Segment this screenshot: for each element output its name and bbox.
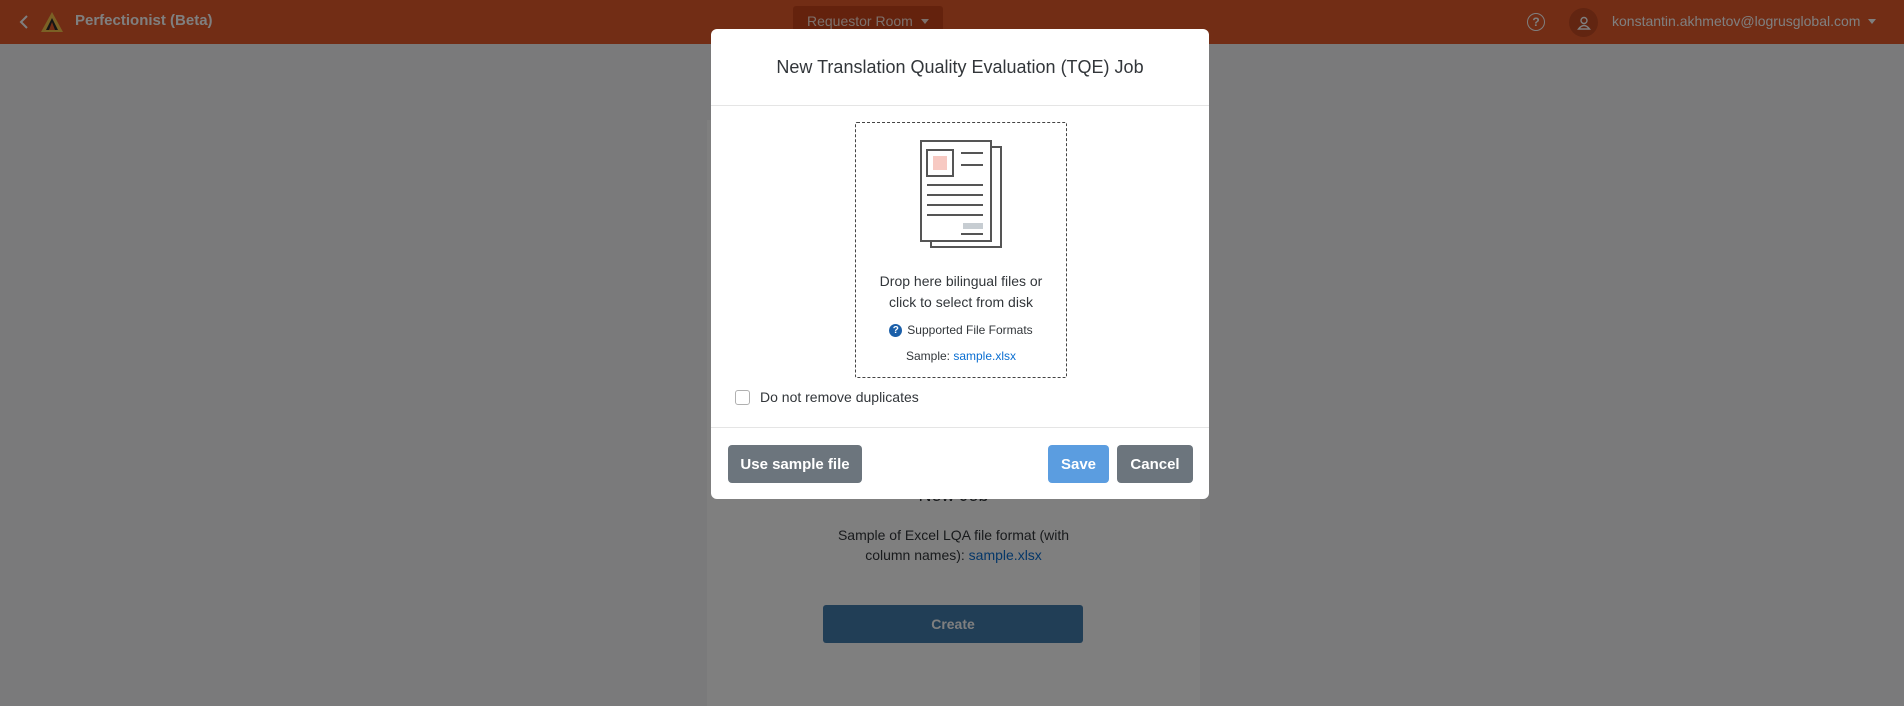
- sample-line: Sample: sample.xlsx: [856, 349, 1066, 363]
- remove-duplicates-option[interactable]: Do not remove duplicates: [735, 389, 919, 405]
- checkbox-label: Do not remove duplicates: [760, 389, 919, 405]
- document-icon: [917, 139, 1005, 251]
- use-sample-file-button[interactable]: Use sample file: [728, 445, 862, 483]
- divider: [711, 105, 1209, 106]
- dialog-title: New Translation Quality Evaluation (TQE)…: [776, 56, 1144, 77]
- divider: [711, 427, 1209, 428]
- new-tqe-job-dialog: New Translation Quality Evaluation (TQE)…: [711, 29, 1209, 499]
- sample-prefix: Sample:: [905, 349, 954, 363]
- do-not-remove-duplicates-checkbox[interactable]: [735, 389, 750, 405]
- file-dropzone[interactable]: Drop here bilingual files or click to se…: [855, 122, 1067, 378]
- drop-instructions: Drop here bilingual files or click to se…: [856, 271, 1066, 313]
- save-button[interactable]: Save: [1048, 445, 1109, 483]
- question-icon: ?: [889, 323, 903, 337]
- sample-file-link[interactable]: sample.xlsx: [953, 349, 1016, 363]
- cancel-button[interactable]: Cancel: [1117, 445, 1193, 483]
- drop-text-line-1: Drop here bilingual files or: [879, 273, 1043, 289]
- drop-text-line-2: click to select from disk: [889, 294, 1033, 310]
- supported-formats-link[interactable]: ? Supported File Formats: [856, 323, 1066, 337]
- supported-formats-label: Supported File Formats: [907, 323, 1033, 337]
